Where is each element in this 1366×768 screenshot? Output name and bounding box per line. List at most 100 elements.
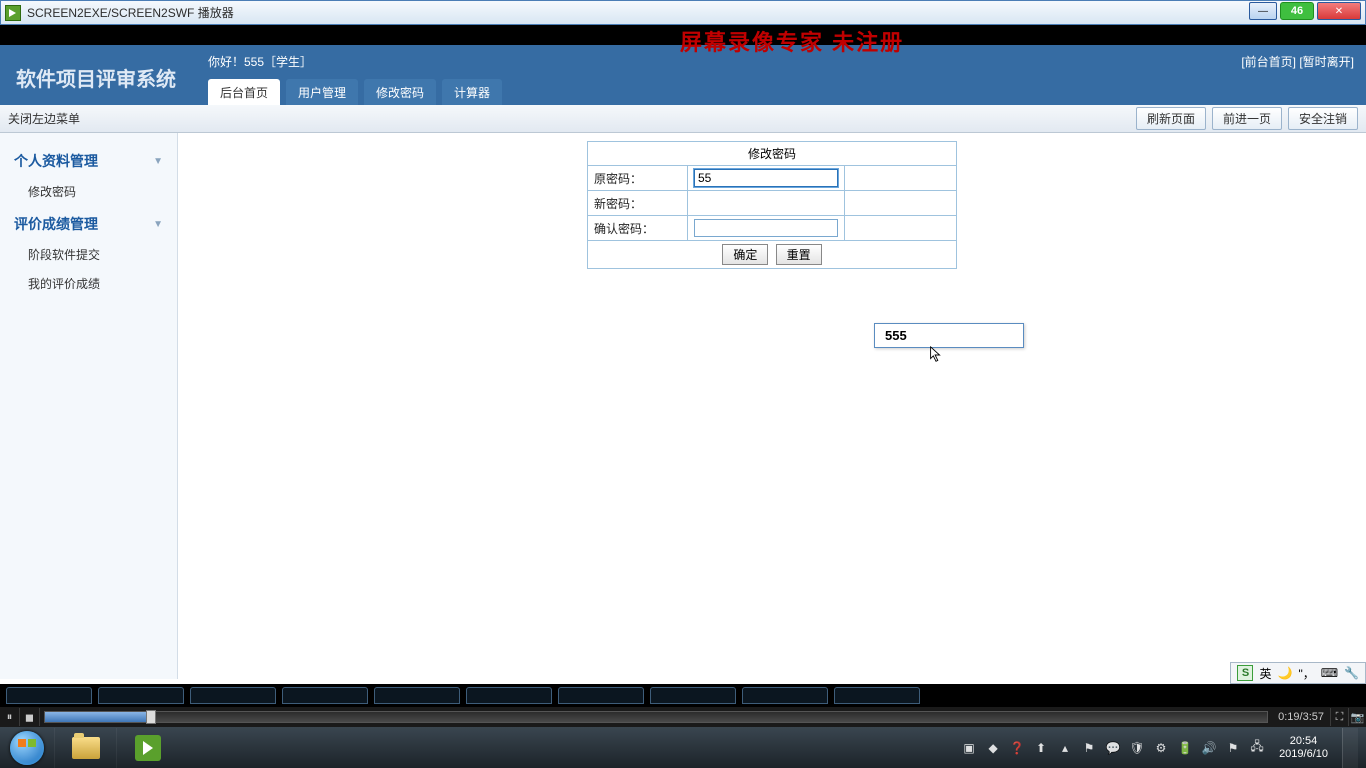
confirm-password-label: 确认密码： [588, 216, 688, 241]
refresh-button[interactable]: 刷新页面 [1136, 107, 1206, 130]
toggle-sidebar-link[interactable]: 关闭左边菜单 [8, 110, 80, 127]
chevron-up-icon[interactable]: ▴ [1057, 740, 1073, 756]
new-password-input[interactable] [694, 194, 838, 212]
greeting-text: 你好！555［学生］ [208, 53, 312, 70]
sidebar-item-stage-submit[interactable]: 阶段软件提交 [0, 240, 177, 269]
sidebar-group-grades-label: 评价成绩管理 [14, 214, 98, 234]
leave-link[interactable]: [暂时离开] [1299, 55, 1354, 69]
sidebar-group-profile[interactable]: 个人资料管理 ▼ [0, 143, 177, 177]
system-title: 软件项目评审系统 [16, 63, 176, 92]
minimize-button[interactable]: — [1249, 2, 1277, 20]
player-bar: ⏸ ◼ 0:19/3:57 ⛶ 📷 [0, 707, 1366, 727]
tab-user-manage[interactable]: 用户管理 [286, 79, 358, 105]
ime-logo-icon[interactable]: S [1237, 665, 1253, 681]
battery-icon[interactable]: 🔋 [1177, 740, 1193, 756]
reset-button[interactable]: 重置 [776, 244, 822, 265]
clock[interactable]: 20:54 2019/6/10 [1273, 735, 1334, 761]
stub [834, 687, 920, 704]
sidebar: 个人资料管理 ▼ 修改密码 评价成绩管理 ▼ 阶段软件提交 我的评价成绩 [0, 133, 178, 679]
front-home-link[interactable]: [前台首页] [1241, 55, 1296, 69]
flag-icon[interactable]: ⚑ [1225, 740, 1241, 756]
chevron-down-icon: ▼ [153, 156, 163, 167]
seek-thumb[interactable] [146, 710, 156, 724]
system-tray: ▣ ◆ ❓ ⬆ ▴ ⚑ 💬 🛡 ⚙ 🔋 🔊 ⚑ 🖧 20:54 2019/6/1… [961, 728, 1366, 768]
autocomplete-popup: 555 [874, 323, 1024, 348]
start-button[interactable] [0, 728, 54, 768]
clock-date: 2019/6/10 [1279, 748, 1328, 761]
cursor-icon [929, 346, 943, 364]
header-links: [前台首页] [暂时离开] [1241, 53, 1354, 70]
window-title: SCREEN2EXE/SCREEN2SWF 播放器 [27, 4, 234, 21]
play-icon [135, 735, 161, 761]
shield-icon[interactable]: 🛡 [1129, 740, 1145, 756]
comma-icon[interactable]: "， [1298, 665, 1314, 682]
show-desktop-button[interactable] [1342, 728, 1358, 768]
taskbar: ▣ ◆ ❓ ⬆ ▴ ⚑ 💬 🛡 ⚙ 🔋 🔊 ⚑ 🖧 20:54 2019/6/1… [0, 727, 1366, 768]
camera-button[interactable]: 📷 [1348, 708, 1366, 726]
black-strip [0, 684, 1366, 707]
autocomplete-item[interactable]: 555 [875, 324, 1023, 347]
sidebar-group-profile-label: 个人资料管理 [14, 151, 98, 171]
stub [742, 687, 828, 704]
task-player[interactable] [116, 728, 178, 768]
tray-icon[interactable]: ❓ [1009, 740, 1025, 756]
stub [374, 687, 460, 704]
tab-calculator[interactable]: 计算器 [442, 79, 502, 105]
task-explorer[interactable] [54, 728, 116, 768]
form-title: 修改密码 [588, 142, 957, 166]
pause-button[interactable]: ⏸ [0, 708, 20, 726]
ime-lang[interactable]: 英 [1259, 665, 1271, 682]
folder-icon [72, 737, 100, 759]
tray-icon[interactable]: ◆ [985, 740, 1001, 756]
sidebar-item-my-grades[interactable]: 我的评价成绩 [0, 269, 177, 298]
tray-icon[interactable]: ⚙ [1153, 740, 1169, 756]
fullscreen-button[interactable]: ⛶ [1330, 708, 1348, 726]
ime-tray[interactable]: S 英 🌙 "， ⌨ 🔧 [1230, 662, 1366, 684]
old-password-label: 原密码： [588, 166, 688, 191]
close-button[interactable]: ✕ [1317, 2, 1361, 20]
keyboard-icon[interactable]: ⌨ [1321, 666, 1338, 680]
content-area: 修改密码 原密码： 新密码： 确认密码： 确定 重置 5 [178, 133, 1366, 679]
sidebar-item-change-password[interactable]: 修改密码 [0, 177, 177, 206]
chevron-down-icon: ▼ [153, 219, 163, 230]
nav-tabs: 后台首页 用户管理 修改密码 计算器 [208, 79, 502, 105]
forward-button[interactable]: 前进一页 [1212, 107, 1282, 130]
tab-backend-home[interactable]: 后台首页 [208, 79, 280, 105]
app-header: 屏幕录像专家 未注册 软件项目评审系统 你好！555［学生］ [前台首页] [暂… [0, 45, 1366, 105]
network-icon[interactable]: 🖧 [1249, 740, 1265, 756]
stub [282, 687, 368, 704]
clock-time: 20:54 [1279, 735, 1328, 748]
spacer [845, 166, 957, 191]
watermark-text: 屏幕录像专家 未注册 [680, 25, 904, 57]
stop-button[interactable]: ◼ [20, 708, 40, 726]
stub [650, 687, 736, 704]
old-password-input[interactable] [694, 169, 838, 187]
tab-change-password[interactable]: 修改密码 [364, 79, 436, 105]
app-icon [5, 5, 21, 21]
seek-track[interactable] [44, 711, 1268, 723]
seek-progress [45, 712, 146, 722]
sidebar-group-grades[interactable]: 评价成绩管理 ▼ [0, 206, 177, 240]
wrench-icon[interactable]: 🔧 [1344, 666, 1359, 680]
new-password-label: 新密码： [588, 191, 688, 216]
moon-icon[interactable]: 🌙 [1278, 666, 1293, 680]
confirm-password-input[interactable] [694, 219, 838, 237]
stub [98, 687, 184, 704]
volume-icon[interactable]: 🔊 [1201, 740, 1217, 756]
stub [6, 687, 92, 704]
window-titlebar: SCREEN2EXE/SCREEN2SWF 播放器 — 46 ✕ [0, 0, 1366, 25]
tray-icon[interactable]: ⬆ [1033, 740, 1049, 756]
stub [558, 687, 644, 704]
spacer [845, 191, 957, 216]
logout-button[interactable]: 安全注销 [1288, 107, 1358, 130]
windows-icon [10, 731, 44, 765]
body-wrap: 个人资料管理 ▼ 修改密码 评价成绩管理 ▼ 阶段软件提交 我的评价成绩 修改密… [0, 133, 1366, 679]
recorder-badge: 46 [1280, 2, 1314, 20]
spacer [845, 216, 957, 241]
time-display: 0:19/3:57 [1272, 711, 1330, 723]
stub [466, 687, 552, 704]
tray-icon[interactable]: ⚑ [1081, 740, 1097, 756]
tray-icon[interactable]: ▣ [961, 740, 977, 756]
tray-icon[interactable]: 💬 [1105, 740, 1121, 756]
submit-button[interactable]: 确定 [722, 244, 768, 265]
